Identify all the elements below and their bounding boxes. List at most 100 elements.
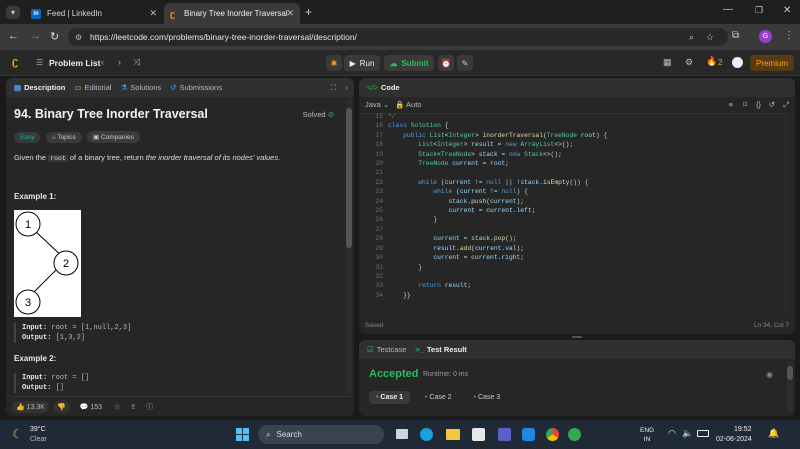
clock-date[interactable]: 02-06-2024 bbox=[716, 436, 752, 443]
language-indicator[interactable]: ENG IN bbox=[640, 426, 654, 444]
alarm-icon[interactable]: ⏰ bbox=[438, 55, 454, 71]
close-icon[interactable]: ✕ bbox=[149, 8, 157, 19]
braces-icon[interactable]: {} bbox=[756, 100, 761, 109]
notification-icon[interactable]: 🔔 bbox=[768, 428, 779, 439]
code-text[interactable]: */ class Solution { public List<Integer>… bbox=[388, 112, 607, 300]
shuffle-icon[interactable]: ⤨ bbox=[133, 57, 140, 68]
topics-tag[interactable]: ⌂ Topics bbox=[45, 132, 82, 143]
weather-icon[interactable]: ☾ bbox=[12, 427, 23, 441]
language-select[interactable]: Java ⌄ bbox=[365, 100, 389, 109]
expand-icon[interactable]: ⛶ bbox=[331, 83, 336, 93]
minimize-icon[interactable]: — bbox=[723, 4, 733, 15]
prev-problem-icon[interactable]: ‹ bbox=[101, 57, 104, 67]
mode-toggle[interactable]: 🔒 Auto bbox=[395, 100, 421, 109]
tab-linkedin[interactable]: in Feed | LinkedIn ✕ bbox=[25, 3, 163, 24]
start-button[interactable] bbox=[236, 428, 249, 441]
app-icon[interactable] bbox=[522, 428, 535, 441]
tab-description[interactable]: ▤ Description bbox=[14, 83, 65, 92]
restore-icon[interactable]: ❐ bbox=[755, 5, 763, 16]
tab-search-button[interactable]: ▾ bbox=[6, 6, 20, 19]
notes-icon[interactable]: ✎ bbox=[457, 55, 473, 71]
chrome-icon[interactable] bbox=[546, 428, 559, 441]
problem-list-link[interactable]: Problem List bbox=[49, 58, 100, 68]
case-tab-3[interactable]: • Case 3 bbox=[467, 391, 508, 404]
dislike-button[interactable]: 👎 bbox=[52, 400, 70, 413]
fullscreen-icon[interactable]: ⤢ bbox=[783, 100, 789, 110]
line-number-gutter: 15 16 17 18 19 20 21 22 23 24 25 26 27 28 29 30 31 32 33 34 bbox=[359, 112, 383, 300]
clock-time[interactable]: 19:52 bbox=[734, 426, 752, 433]
extensions-icon[interactable]: ⧉ bbox=[732, 30, 739, 41]
line-number: 27 bbox=[375, 225, 383, 233]
submit-button[interactable]: ☁ Submit bbox=[384, 55, 434, 71]
result-scrollbar[interactable] bbox=[787, 362, 793, 412]
menu-icon[interactable]: ⋮ bbox=[784, 30, 794, 41]
leetcode-navbar: ʗ ☰ Problem List ‹ › ⤨ ✱ ▶ Run ☁ Submit ⏰ … bbox=[0, 50, 800, 76]
tab-submissions[interactable]: ↺ Submissions bbox=[170, 83, 222, 92]
collapse-icon[interactable]: ‹ bbox=[346, 83, 349, 92]
next-problem-icon[interactable]: › bbox=[118, 57, 121, 67]
site-info-icon[interactable]: ⚙ bbox=[75, 33, 82, 42]
leetcode-logo-icon[interactable]: ʗ bbox=[12, 56, 18, 68]
user-avatar[interactable] bbox=[732, 57, 743, 68]
zoom-icon[interactable]: ⌕ bbox=[689, 32, 694, 43]
forward-icon[interactable]: → bbox=[30, 30, 41, 42]
line-number: 25 bbox=[375, 207, 383, 215]
visibility-icon[interactable]: ◉ bbox=[766, 370, 773, 379]
description-scrollbar[interactable] bbox=[346, 100, 352, 394]
thumbs-up-icon: 👍 bbox=[16, 403, 27, 411]
scrollbar-thumb[interactable] bbox=[346, 108, 352, 248]
description-panel: ▤ Description ▭ Editorial ⚗ Solutions ↺ Subm… bbox=[6, 78, 354, 416]
bookmark-star-icon[interactable]: ☆ bbox=[706, 32, 714, 43]
window-close-icon[interactable]: ✕ bbox=[783, 5, 791, 16]
help-icon[interactable]: ⓘ bbox=[146, 402, 153, 412]
format-icon[interactable]: ≡ bbox=[729, 100, 733, 109]
comments-button[interactable]: 💬 153 bbox=[80, 403, 102, 411]
panel-resize-handle[interactable] bbox=[572, 336, 582, 338]
new-tab-button[interactable]: + bbox=[305, 5, 312, 19]
browser-tab-bar: ▾ in Feed | LinkedIn ✕ ʗ Binary Tree Ino… bbox=[0, 0, 800, 24]
premium-button[interactable]: Premium bbox=[750, 55, 794, 71]
settings-icon[interactable]: ⚙ bbox=[685, 57, 693, 68]
tab-test-result[interactable]: >_ Test Result bbox=[415, 345, 466, 354]
layout-icon[interactable]: ▦ bbox=[663, 57, 672, 68]
companies-tag[interactable]: ▣ Companies bbox=[86, 131, 140, 143]
task-view-icon[interactable] bbox=[396, 429, 408, 439]
bookmark-icon[interactable]: ⌑ bbox=[743, 100, 747, 109]
line-number: 33 bbox=[375, 282, 383, 290]
store-icon[interactable] bbox=[472, 428, 485, 441]
line-number: 30 bbox=[375, 254, 383, 262]
tab-editorial[interactable]: ▭ Editorial bbox=[74, 83, 111, 92]
wifi-icon[interactable]: ◠ bbox=[668, 428, 676, 439]
back-icon[interactable]: ← bbox=[8, 30, 19, 42]
taskbar-search[interactable]: ⌕ Search bbox=[258, 425, 384, 444]
volume-icon[interactable]: 🔈 bbox=[682, 428, 693, 439]
tab-leetcode[interactable]: ʗ Binary Tree Inorder Traversal - L ✕ bbox=[164, 3, 300, 24]
tab-testcase[interactable]: ☑ Testcase bbox=[367, 345, 406, 354]
close-icon[interactable]: ✕ bbox=[286, 8, 294, 19]
reload-icon[interactable]: ↻ bbox=[50, 30, 59, 43]
case-tab-1[interactable]: • Case 1 bbox=[369, 391, 410, 404]
battery-icon[interactable] bbox=[697, 430, 709, 437]
url-field[interactable]: ⚙ https://leetcode.com/problems/binary-t… bbox=[68, 28, 728, 46]
edge-icon[interactable] bbox=[420, 428, 433, 441]
favorite-star-icon[interactable]: ☆ bbox=[114, 403, 120, 411]
difficulty-badge[interactable]: Easy bbox=[14, 132, 41, 143]
run-button[interactable]: ▶ Run bbox=[344, 55, 380, 71]
url-text: https://leetcode.com/problems/binary-tre… bbox=[90, 32, 357, 42]
share-icon[interactable]: ⇪ bbox=[130, 403, 136, 411]
weather-temp: 39°C bbox=[30, 426, 46, 433]
lock-icon: ▣ bbox=[92, 134, 101, 141]
tab-solutions[interactable]: ⚗ Solutions bbox=[121, 83, 162, 92]
teams-icon[interactable] bbox=[498, 428, 511, 441]
code-editor[interactable]: 15 16 17 18 19 20 21 22 23 24 25 26 27 28 29 30 31 32 33 34… bbox=[359, 112, 789, 312]
reset-icon[interactable]: ↺ bbox=[769, 100, 775, 109]
case-tab-2[interactable]: • Case 2 bbox=[418, 391, 459, 404]
code-icon: </> bbox=[367, 83, 378, 92]
file-explorer-icon[interactable] bbox=[446, 429, 460, 440]
like-button[interactable]: 👍 13.3K bbox=[12, 400, 49, 413]
debug-button[interactable]: ✱ bbox=[326, 55, 342, 71]
app2-icon[interactable] bbox=[568, 428, 581, 441]
profile-avatar[interactable]: G bbox=[759, 30, 772, 43]
editor-scrollbar[interactable] bbox=[784, 112, 789, 312]
streak-fire-icon[interactable]: 🔥 bbox=[706, 56, 717, 67]
